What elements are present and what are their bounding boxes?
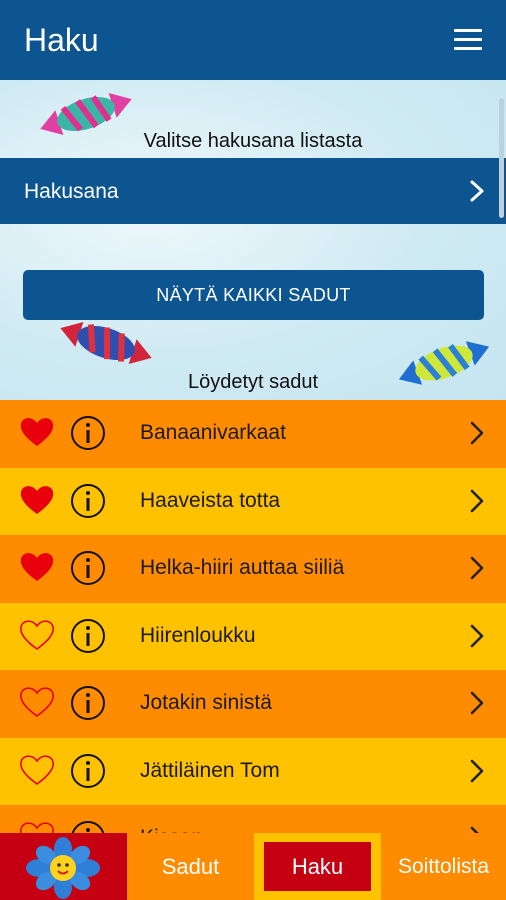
info-icon[interactable]	[70, 550, 106, 586]
page-title: Haku	[24, 22, 99, 58]
tab-haku-label: Haku	[264, 842, 371, 891]
story-list: Banaanivarkaat Haaveista totta Helka-hiiri…	[0, 400, 506, 833]
home-tab[interactable]	[0, 833, 127, 900]
story-row[interactable]: Kissan...	[0, 805, 506, 833]
heart-outline-icon[interactable]	[19, 820, 55, 833]
flower-sun-icon	[26, 837, 100, 899]
story-title: Helka-hiiri auttaa siiliä	[140, 556, 345, 579]
heart-filled-icon[interactable]	[19, 550, 55, 584]
story-row[interactable]: Banaanivarkaat	[0, 400, 506, 468]
tab-soittolista[interactable]: Soittolista	[381, 833, 506, 900]
story-row[interactable]: Hiirenloukku	[0, 602, 506, 670]
found-stories-heading: Löydetyt sadut	[187, 371, 319, 393]
story-title: Kissan...	[140, 826, 221, 833]
hamburger-menu-icon[interactable]	[454, 29, 482, 51]
story-row[interactable]: Haaveista totta	[0, 467, 506, 535]
chevron-right-icon	[470, 759, 484, 782]
candy-decoration-icon	[60, 321, 152, 365]
heart-outline-icon[interactable]	[19, 618, 55, 652]
bottom-tab-bar: Sadut Haku Soittolista	[0, 833, 506, 900]
chevron-right-icon	[470, 624, 484, 647]
app-bar: Haku	[0, 0, 506, 80]
chevron-right-icon	[470, 826, 479, 833]
story-title: Jättiläinen Tom	[140, 758, 280, 782]
story-title: Banaanivarkaat	[140, 421, 286, 444]
search-hint: Valitse hakusana listasta	[143, 130, 363, 152]
heart-outline-icon[interactable]	[19, 753, 55, 787]
info-icon[interactable]	[70, 685, 106, 721]
tab-haku[interactable]: Haku	[254, 833, 381, 900]
heart-filled-icon[interactable]	[19, 483, 55, 517]
tab-sadut[interactable]: Sadut	[127, 833, 254, 900]
story-title: Hiirenloukku	[140, 623, 256, 647]
story-row[interactable]: Jättiläinen Tom	[0, 737, 506, 805]
scrollbar[interactable]	[499, 98, 504, 218]
chevron-right-icon	[470, 180, 484, 202]
info-icon[interactable]	[70, 483, 106, 519]
search-panel: Valitse hakusana listasta Hakusana NÄYTÄ…	[0, 80, 506, 400]
heart-filled-icon[interactable]	[19, 415, 55, 449]
story-title: Haaveista totta	[140, 488, 281, 512]
search-keyword-selector[interactable]: Hakusana	[0, 158, 506, 224]
search-keyword-label: Hakusana	[24, 180, 119, 203]
info-icon[interactable]	[70, 820, 106, 833]
chevron-right-icon	[470, 489, 484, 512]
info-icon[interactable]	[70, 618, 106, 654]
info-icon[interactable]	[70, 753, 106, 789]
story-title: Jotakin sinistä	[140, 691, 272, 714]
info-icon[interactable]	[70, 415, 106, 451]
chevron-right-icon	[470, 556, 484, 580]
chevron-right-icon	[470, 421, 484, 445]
chevron-right-icon	[470, 691, 484, 715]
story-row[interactable]: Jotakin sinistä	[0, 670, 506, 738]
story-row[interactable]: Helka-hiiri auttaa siiliä	[0, 535, 506, 603]
heart-outline-icon[interactable]	[19, 685, 55, 719]
